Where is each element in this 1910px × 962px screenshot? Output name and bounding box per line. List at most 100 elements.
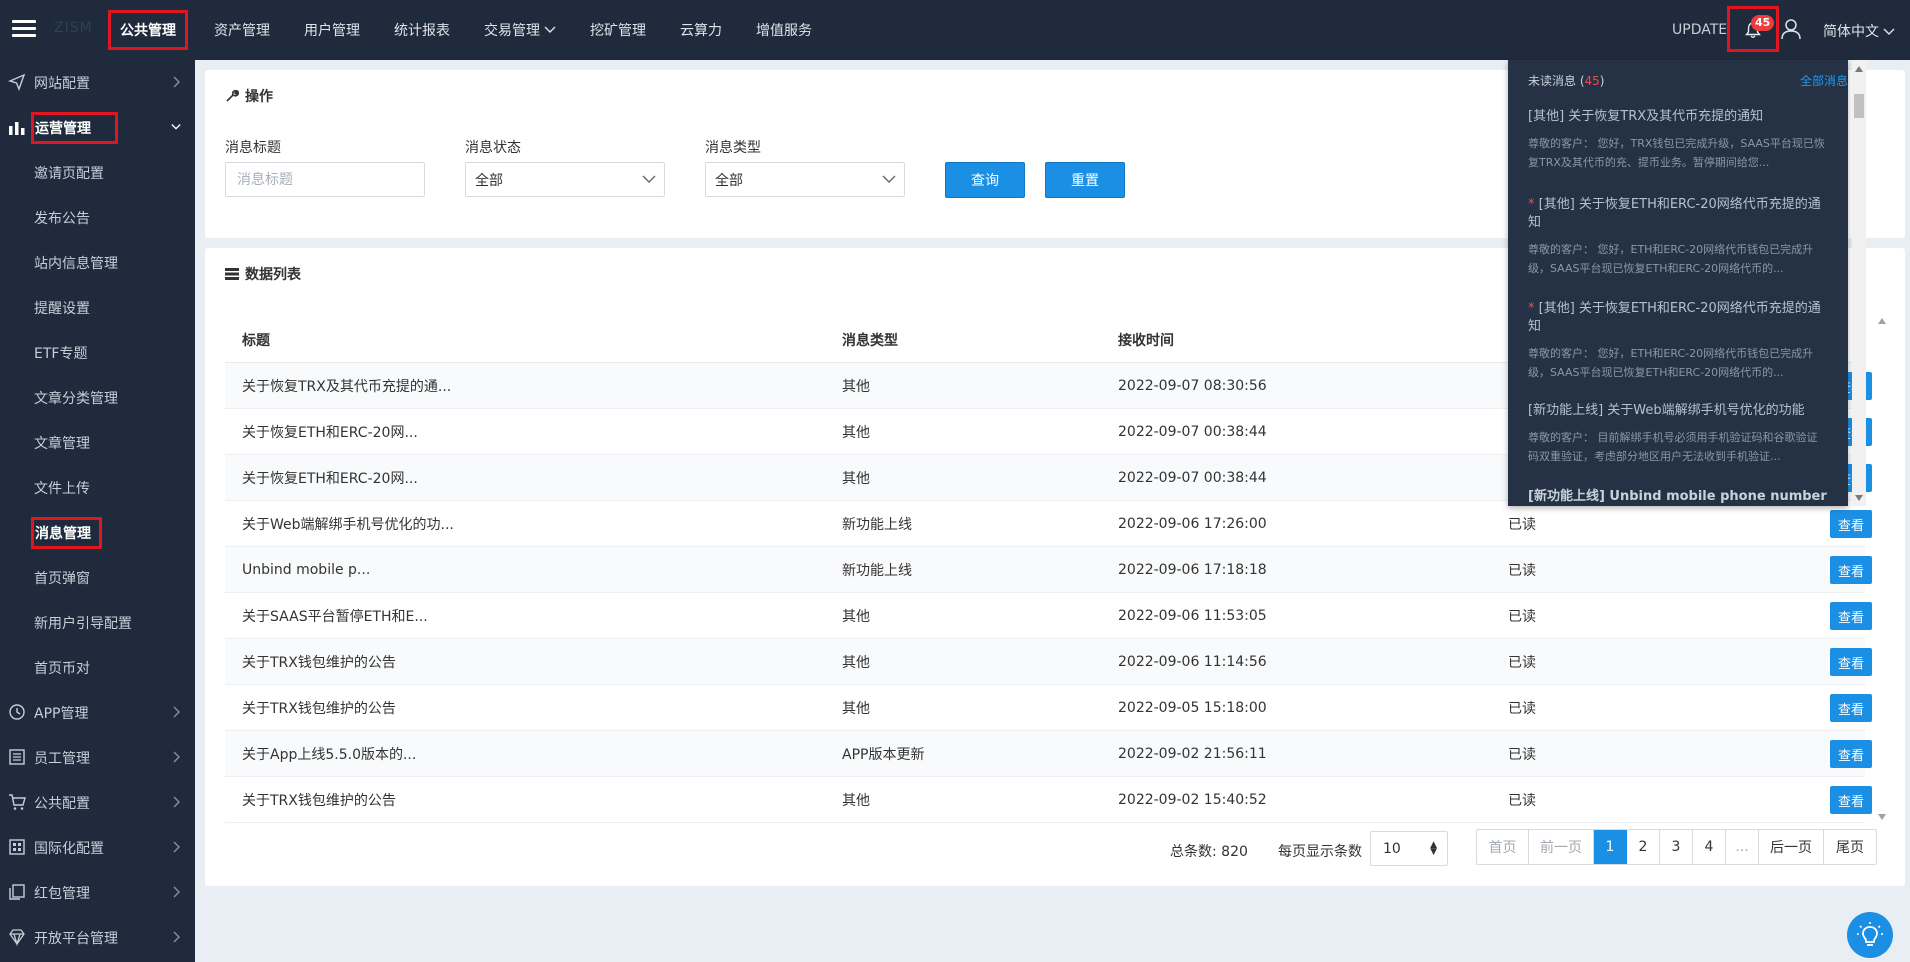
page-button-3[interactable]: 3 [1660, 830, 1693, 864]
notification-button[interactable]: 45 [1727, 6, 1779, 52]
per-page-select[interactable]: 10 ▲ ▼ [1370, 831, 1448, 866]
sidebar-subitem[interactable]: 文章分类管理 [0, 375, 195, 420]
topnav-item-trade[interactable]: 交易管理 [473, 10, 567, 50]
sidebar-subitem[interactable]: 首页弹窗 [0, 555, 195, 600]
sidebar-item-i18n[interactable]: 国际化配置 [0, 825, 195, 870]
language-selector[interactable]: 简体中文 [1823, 21, 1895, 41]
scrollbar-thumb[interactable] [1854, 94, 1864, 118]
prev-page-button[interactable]: 前一页 [1529, 830, 1594, 864]
update-link[interactable]: UPDATE [1672, 22, 1727, 38]
topnav-item-mining[interactable]: 挖矿管理 [579, 10, 657, 50]
search-button[interactable]: 查询 [945, 162, 1025, 198]
scroll-up-icon[interactable] [1855, 66, 1863, 72]
menu-toggle-icon[interactable] [12, 20, 36, 38]
table-row: Unbind mobile p... 新功能上线 2022-09-06 17:18:… [225, 547, 1872, 593]
scroll-up-icon[interactable] [1878, 318, 1886, 324]
sidebar-subitem[interactable]: 发布公告 [0, 195, 195, 240]
page-button-1[interactable]: 1 [1594, 830, 1627, 864]
notification-title-text: [其他] 关于恢复ETH和ERC-20网络代币充提的通知 [1528, 301, 1821, 334]
cell-type: 其他 [842, 424, 870, 441]
sidebar-subitem-label: 发布公告 [34, 210, 90, 227]
scroll-down-icon[interactable] [1855, 495, 1863, 501]
sidebar-item-label: 运营管理 [31, 111, 118, 144]
view-button[interactable]: 查看 [1830, 786, 1872, 814]
sidebar-item-staff[interactable]: 员工管理 [0, 735, 195, 780]
sidebar-subitem[interactable]: ETF专题 [0, 330, 195, 375]
notification-title-text: [其他] 关于恢复ETH和ERC-20网络代币充提的通知 [1528, 197, 1821, 230]
sidebar-item-redpacket[interactable]: 红包管理 [0, 870, 195, 915]
column-header-title[interactable]: 标题 [242, 330, 270, 350]
notification-item[interactable]: [新功能上线] Unbind mobile phone number [1528, 488, 1828, 506]
dropdown-scrollbar[interactable] [1852, 60, 1866, 506]
topnav-item-cloud[interactable]: 云算力 [669, 10, 733, 50]
sidebar-item-public-config[interactable]: 公共配置 [0, 780, 195, 825]
panel-title-text: 操作 [245, 89, 273, 105]
notification-item[interactable]: * [其他] 关于恢复ETH和ERC-20网络代币充提的通知 尊敬的客户： 您好… [1528, 300, 1828, 382]
sidebar-subitem-label: 提醒设置 [34, 300, 90, 317]
last-page-button[interactable]: 尾页 [1824, 830, 1876, 864]
table-scrollbar[interactable] [1875, 318, 1889, 820]
sidebar-item-open-platform[interactable]: 开放平台管理 [0, 915, 195, 960]
table-row: 关于TRX钱包维护的公告 其他 2022-09-05 15:18:00 已读 查看 [225, 685, 1872, 731]
page-button-2[interactable]: 2 [1627, 830, 1660, 864]
cell-type: 新功能上线 [842, 516, 912, 533]
topnav-item-assets[interactable]: 资产管理 [203, 10, 281, 50]
view-button[interactable]: 查看 [1830, 740, 1872, 768]
notification-title: [新功能上线] 关于Web端解绑手机号优化的功能 [1528, 402, 1828, 420]
sidebar-subitem-message-management[interactable]: 消息管理 [0, 510, 195, 555]
chevron-right-icon [173, 706, 180, 718]
topnav-item-vas[interactable]: 增值服务 [745, 10, 823, 50]
first-page-button[interactable]: 首页 [1477, 830, 1529, 864]
notification-item[interactable]: [新功能上线] 关于Web端解绑手机号优化的功能 尊敬的客户： 目前解绑手机号必… [1528, 402, 1828, 466]
notification-badge: 45 [1751, 15, 1775, 31]
sidebar-subitem[interactable]: 文件上传 [0, 465, 195, 510]
topnav-item-reports[interactable]: 统计报表 [383, 10, 461, 50]
status-select[interactable]: 全部 [465, 162, 665, 197]
sidebar-subitem[interactable]: 首页币对 [0, 645, 195, 690]
view-button[interactable]: 查看 [1830, 510, 1872, 538]
page-button-4[interactable]: 4 [1693, 830, 1726, 864]
title-search-input[interactable] [225, 162, 425, 197]
notification-item[interactable]: * [其他] 关于恢复ETH和ERC-20网络代币充提的通知 尊敬的客户： 您好… [1528, 196, 1828, 278]
unread-star-icon: * [1528, 197, 1539, 212]
sidebar-subitem[interactable]: 文章管理 [0, 420, 195, 465]
column-header-time[interactable]: 接收时间 [1118, 330, 1174, 350]
up-down-arrows-icon: ▲ ▼ [1430, 840, 1437, 857]
column-header-type[interactable]: 消息类型 [842, 330, 898, 350]
table-row: 关于Web端解绑手机号优化的功... 新功能上线 2022-09-06 17:26:… [225, 501, 1872, 547]
cell-time: 2022-09-06 11:14:56 [1118, 653, 1267, 670]
user-icon[interactable] [1780, 17, 1802, 41]
help-button[interactable] [1847, 912, 1893, 958]
sidebar-subitem-label: 文章分类管理 [34, 390, 118, 407]
topnav-item-public[interactable]: 公共管理 [108, 10, 188, 50]
language-label: 简体中文 [1823, 24, 1879, 40]
view-button[interactable]: 查看 [1830, 556, 1872, 584]
view-button[interactable]: 查看 [1830, 648, 1872, 676]
sidebar-subitem[interactable]: 站内信息管理 [0, 240, 195, 285]
sidebar-item-label: APP管理 [34, 705, 89, 722]
all-messages-link[interactable]: 全部消息 [1800, 72, 1848, 89]
notification-item[interactable]: [其他] 关于恢复TRX及其代币充提的通知 尊敬的客户： 您好，TRX钱包已完成… [1528, 108, 1828, 172]
cell-time: 2022-09-07 08:30:56 [1118, 377, 1267, 394]
sidebar-subitem-label: 首页弹窗 [34, 570, 90, 587]
sidebar-item-app[interactable]: APP管理 [0, 690, 195, 735]
brand-logo: ZISM [54, 20, 93, 36]
sidebar-item-site-config[interactable]: 网站配置 [0, 60, 195, 105]
topnav-label: 资产管理 [214, 23, 270, 39]
view-button[interactable]: 查看 [1830, 602, 1872, 630]
reset-button[interactable]: 重置 [1045, 162, 1125, 198]
topnav-item-users[interactable]: 用户管理 [293, 10, 371, 50]
cell-time: 2022-09-07 00:38:44 [1118, 423, 1267, 440]
next-page-button[interactable]: 后一页 [1759, 830, 1824, 864]
top-nav: 公共管理 资产管理 用户管理 统计报表 交易管理 挖矿管理 云算力 增值服务 [108, 0, 835, 60]
type-select[interactable]: 全部 [705, 162, 905, 197]
sidebar-subitem[interactable]: 新用户引导配置 [0, 600, 195, 645]
data-list-title: 数据列表 [225, 264, 301, 284]
topnav-label: 增值服务 [756, 23, 812, 39]
sidebar-subitem[interactable]: 提醒设置 [0, 285, 195, 330]
sidebar-subitem[interactable]: 邀请页配置 [0, 150, 195, 195]
scroll-down-icon[interactable] [1878, 814, 1886, 820]
topnav-label: 公共管理 [120, 23, 176, 39]
sidebar-item-operations[interactable]: 运营管理 [0, 105, 195, 150]
view-button[interactable]: 查看 [1830, 694, 1872, 722]
